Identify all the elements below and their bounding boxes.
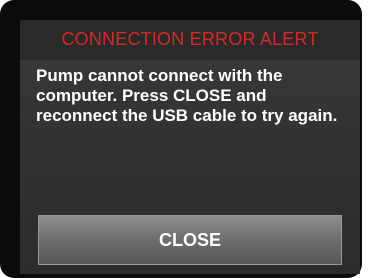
alert-title-bar: CONNECTION ERROR ALERT (20, 20, 360, 60)
device-bezel: CONNECTION ERROR ALERT Pump cannot conne… (0, 0, 362, 278)
close-button[interactable]: CLOSE (38, 215, 342, 265)
alert-message: Pump cannot connect with the computer. P… (36, 66, 338, 125)
alert-dialog: CONNECTION ERROR ALERT Pump cannot conne… (20, 20, 360, 274)
alert-title: CONNECTION ERROR ALERT (61, 29, 319, 49)
